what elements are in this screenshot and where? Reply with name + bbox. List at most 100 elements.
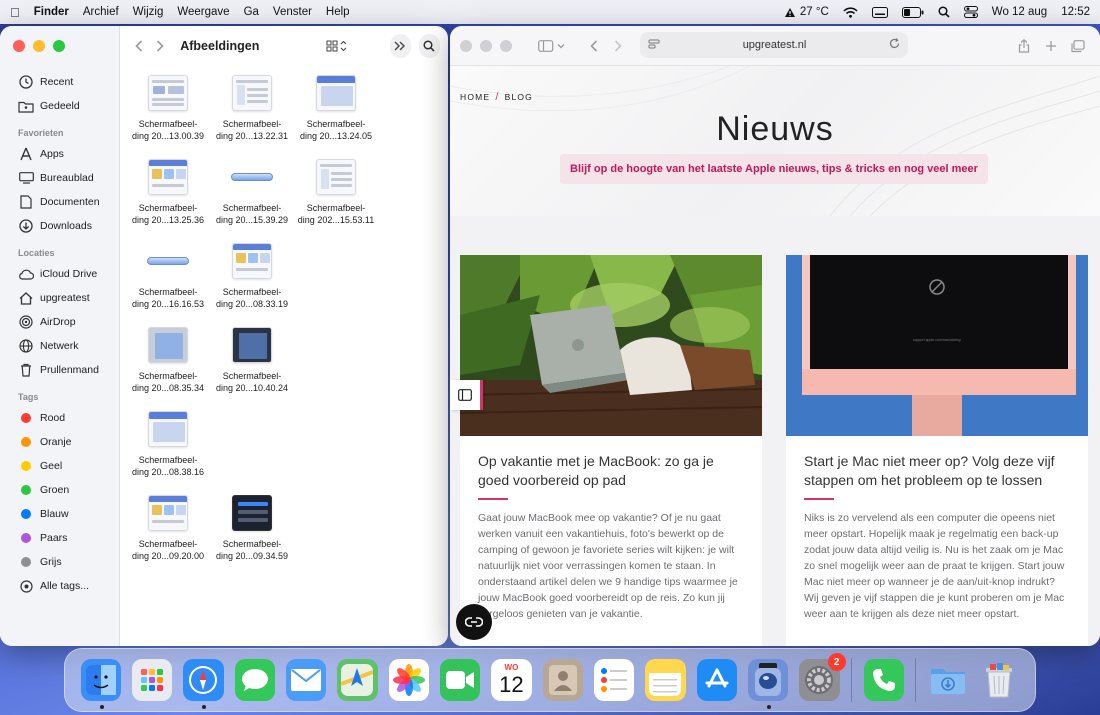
sidebar-tag-red[interactable]: Rood <box>0 406 119 430</box>
reload-icon[interactable] <box>889 38 900 52</box>
sidebar-item-documents[interactable]: Documenten <box>0 190 119 214</box>
wifi-icon[interactable] <box>843 6 858 18</box>
sidebar-tag-blue[interactable]: Blauw <box>0 502 119 526</box>
back-button[interactable] <box>128 34 149 58</box>
sidebar-item-label: Groen <box>40 484 70 496</box>
file-item[interactable]: Schermafbeel-ding 202...15.53.11 <box>294 156 378 236</box>
sidebar-tag-gray[interactable]: Grijs <box>0 550 119 574</box>
battery-icon[interactable] <box>901 6 924 18</box>
finder-icon[interactable] <box>80 659 121 709</box>
sidebar-tag-green[interactable]: Groen <box>0 478 119 502</box>
preview-icon[interactable] <box>747 659 789 709</box>
window-controls <box>460 39 512 52</box>
back-button[interactable] <box>582 34 606 58</box>
file-item[interactable]: Schermafbeel-ding 20...08.35.34 <box>126 324 210 404</box>
close-button[interactable] <box>460 39 472 52</box>
file-item[interactable]: Schermafbeel-ding 20...08.38.16 <box>126 408 210 488</box>
control-center-icon[interactable] <box>963 6 978 18</box>
file-item[interactable]: Schermafbeel-ding 20...08.33.19 <box>210 240 294 320</box>
apple-menu-icon[interactable]:  <box>10 5 20 20</box>
new-tab-button[interactable] <box>1039 34 1063 58</box>
menu-app-name[interactable]: Finder <box>34 6 69 18</box>
sidebar-item-airdrop[interactable]: AirDrop <box>0 310 119 334</box>
launchpad-icon[interactable] <box>131 659 173 701</box>
appstore-icon[interactable] <box>696 659 737 701</box>
forward-button[interactable] <box>606 34 630 58</box>
file-item[interactable]: Schermafbeel-ding 20...15.39.29 <box>210 156 294 236</box>
contacts-icon[interactable] <box>542 659 583 701</box>
menubar-time[interactable]: 12:52 <box>1061 6 1090 18</box>
url-text[interactable]: upgreatest.nl <box>660 39 889 51</box>
file-item[interactable]: Schermafbeel-ding 20...13.00.39 <box>126 72 210 152</box>
downloads-folder-icon[interactable] <box>928 659 968 701</box>
file-item[interactable]: Schermafbeel-ding 20...10.40.24 <box>210 324 294 404</box>
calendar-icon[interactable]: WO 12 <box>491 659 532 701</box>
keyboard-icon[interactable] <box>871 6 888 18</box>
messages-icon[interactable] <box>234 659 275 701</box>
menu-wijzig[interactable]: Wijzig <box>133 6 164 18</box>
side-panel-button[interactable] <box>450 380 483 410</box>
page-settings-icon[interactable] <box>648 38 660 53</box>
article-card[interactable]: support.apple.com/mac/startup Start je M… <box>786 255 1088 646</box>
phone-icon[interactable] <box>863 659 904 701</box>
settings-icon[interactable]: 2 <box>799 653 846 701</box>
menu-ga[interactable]: Ga <box>244 6 259 18</box>
sidebar-toggle-button[interactable] <box>532 34 572 58</box>
sidebar-item-apps[interactable]: Apps <box>0 142 119 166</box>
forward-button[interactable] <box>149 34 170 58</box>
file-item[interactable]: Schermafbeel-ding 20...13.22.31 <box>210 72 294 152</box>
sidebar-item-desktop[interactable]: Bureaublad <box>0 166 119 190</box>
menu-venster[interactable]: Venster <box>273 6 312 18</box>
all-tags-icon <box>18 578 34 594</box>
zoom-button[interactable] <box>500 39 512 52</box>
reminders-icon[interactable] <box>593 659 635 701</box>
article-image-imac[interactable]: support.apple.com/mac/startup <box>786 255 1088 436</box>
notes-icon[interactable] <box>645 659 686 701</box>
address-bar[interactable]: upgreatest.nl <box>640 32 908 58</box>
floating-link-button[interactable] <box>456 604 492 640</box>
sidebar-item-recent[interactable]: Recent <box>0 70 119 94</box>
sidebar-tag-all[interactable]: Alle tags... <box>0 574 119 598</box>
sidebar-item-shared[interactable]: Gedeeld <box>0 94 119 118</box>
file-item[interactable]: Schermafbeel-ding 20...16.16.53 <box>126 240 210 320</box>
article-image-macbook[interactable] <box>460 255 762 436</box>
finder-search-button[interactable] <box>418 34 440 58</box>
menubar-date[interactable]: Wo 12 aug <box>992 6 1047 18</box>
file-item[interactable]: Schermafbeel-ding 20...13.24.05 <box>294 72 378 152</box>
share-button[interactable] <box>1012 34 1036 58</box>
weather-icon[interactable]: 27 °C <box>784 6 829 18</box>
article-title[interactable]: Op vakantie met je MacBook: zo ga je goe… <box>460 452 762 490</box>
maps-icon[interactable] <box>337 659 378 701</box>
photos-icon[interactable] <box>388 659 429 701</box>
file-item[interactable]: Schermafbeel-ding 20...09.20.00 <box>126 492 210 572</box>
sidebar-tag-yellow[interactable]: Geel <box>0 454 119 478</box>
sidebar-item-home[interactable]: upgreatest <box>0 286 119 310</box>
breadcrumb-blog[interactable]: BLOG <box>505 92 533 102</box>
sidebar-item-icloud[interactable]: iCloud Drive <box>0 262 119 286</box>
menu-help[interactable]: Help <box>326 6 350 18</box>
close-button[interactable] <box>13 40 25 52</box>
zoom-button[interactable] <box>53 40 65 52</box>
article-title[interactable]: Start je Mac niet meer op? Volg deze vij… <box>786 452 1088 490</box>
sidebar-tag-orange[interactable]: Oranje <box>0 430 119 454</box>
sidebar-item-network[interactable]: Netwerk <box>0 334 119 358</box>
minimize-button[interactable] <box>480 39 492 52</box>
tab-overview-button[interactable] <box>1066 34 1090 58</box>
sidebar-item-downloads[interactable]: Downloads <box>0 214 119 238</box>
facetime-icon[interactable] <box>439 659 481 701</box>
file-item[interactable]: Schermafbeel-ding 20...13.25.36 <box>126 156 210 236</box>
file-item[interactable]: Schermafbeel-ding 20...09.34.59 <box>210 492 294 572</box>
trash-icon[interactable] <box>979 659 1019 701</box>
more-toolbar-button[interactable] <box>389 34 411 58</box>
sidebar-tag-purple[interactable]: Paars <box>0 526 119 550</box>
mail-icon[interactable] <box>285 659 327 701</box>
sidebar-item-trash[interactable]: Prullenmand <box>0 358 119 382</box>
article-card[interactable]: Op vakantie met je MacBook: zo ga je goe… <box>460 255 762 646</box>
menu-archief[interactable]: Archief <box>83 6 119 18</box>
safari-icon[interactable] <box>183 659 224 709</box>
view-options-button[interactable] <box>323 34 349 58</box>
minimize-button[interactable] <box>33 40 45 52</box>
search-icon[interactable] <box>938 6 950 18</box>
menu-weergave[interactable]: Weergave <box>177 6 229 18</box>
breadcrumb-home[interactable]: HOME <box>460 92 490 102</box>
